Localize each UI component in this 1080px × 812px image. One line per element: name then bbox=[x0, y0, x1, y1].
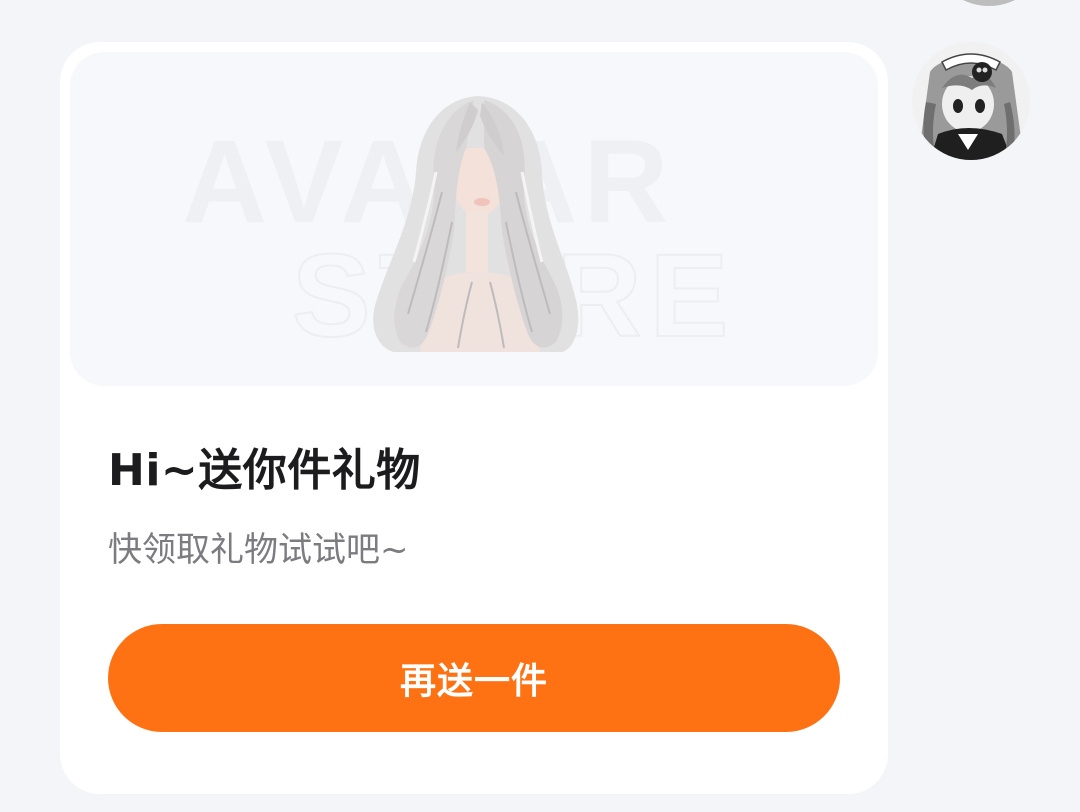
chat-screen: AVATAR STORE bbox=[0, 0, 1080, 812]
gift-subtitle: 快领取礼物试试吧~ bbox=[108, 530, 409, 570]
previous-message-avatar[interactable] bbox=[930, 0, 1048, 6]
gift-banner: AVATAR STORE bbox=[70, 52, 878, 386]
user-avatar-icon bbox=[930, 0, 1048, 6]
user-avatar-icon bbox=[912, 42, 1030, 160]
gift-banner-art: AVATAR STORE bbox=[182, 96, 729, 363]
gift-message-card[interactable]: AVATAR STORE bbox=[60, 42, 888, 794]
send-another-gift-button[interactable]: 再送一件 bbox=[108, 624, 840, 732]
sender-avatar[interactable] bbox=[912, 42, 1030, 160]
gift-title: Hi~送你件礼物 bbox=[108, 445, 421, 496]
